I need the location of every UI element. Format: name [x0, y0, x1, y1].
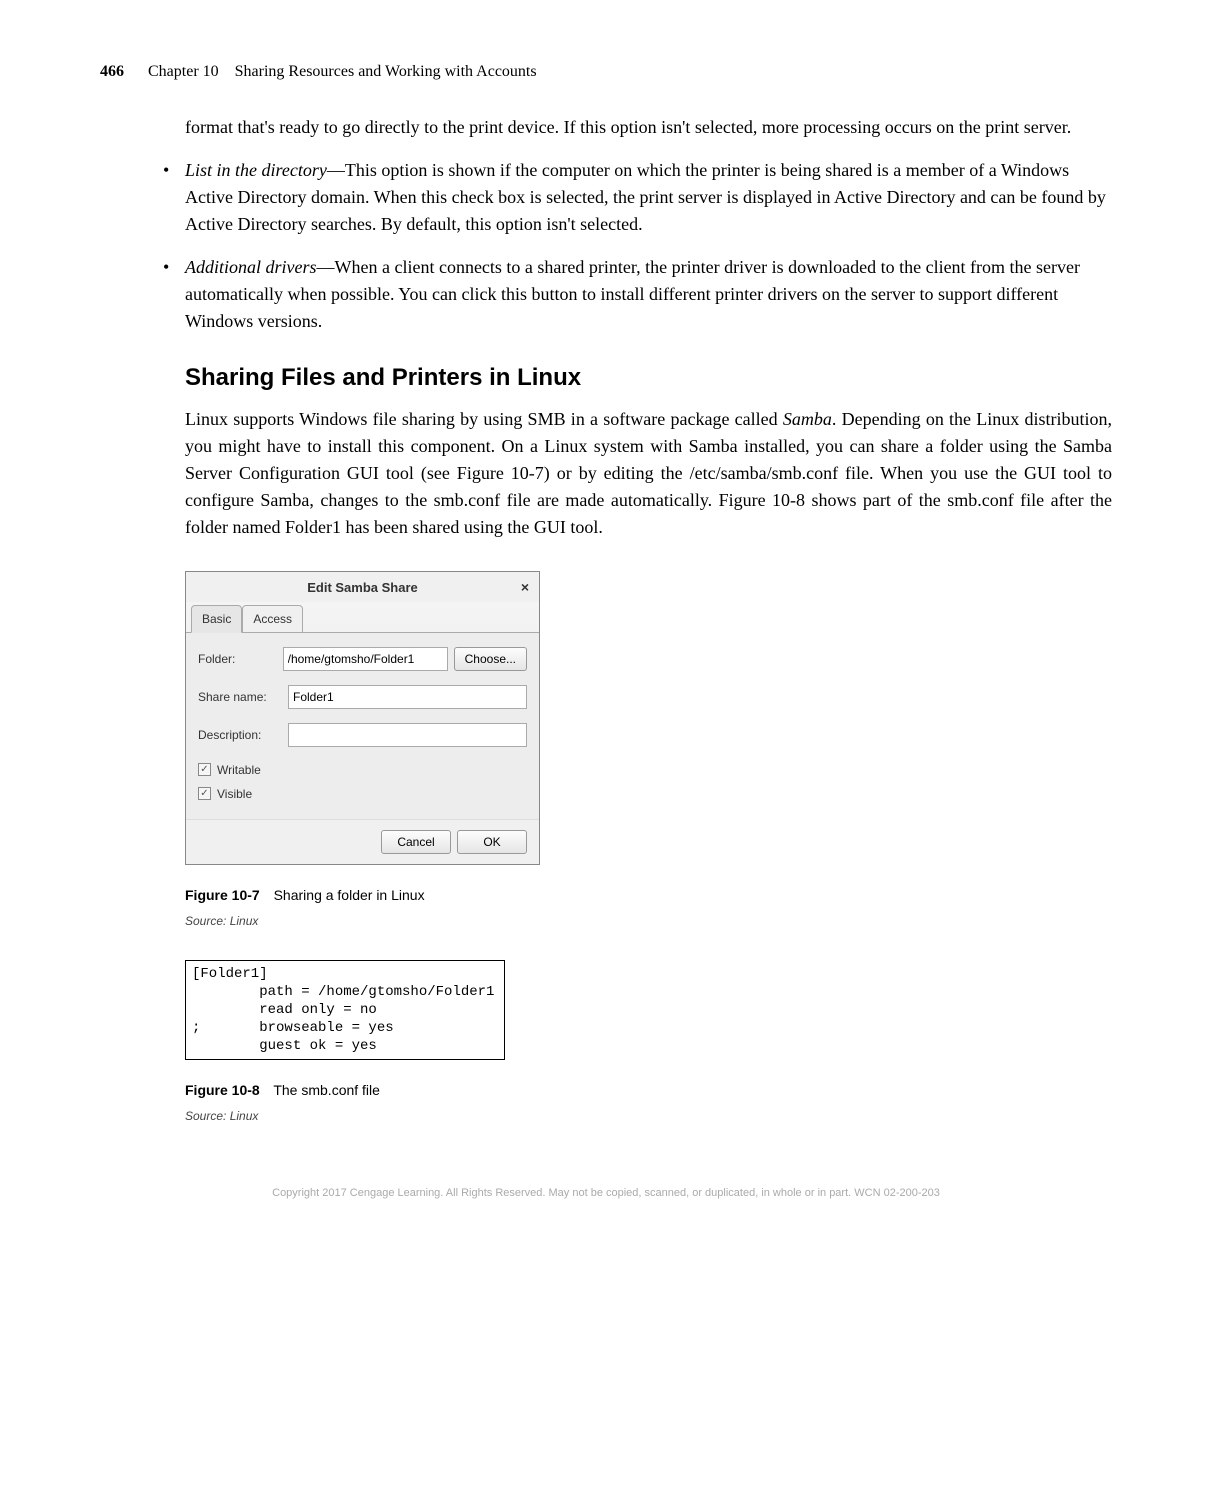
continuation-paragraph: format that's ready to go directly to th…	[185, 114, 1112, 141]
check-icon: ✓	[200, 786, 208, 801]
bullet-title: List in the directory	[185, 160, 327, 180]
list-item: List in the directory—This option is sho…	[155, 157, 1112, 238]
para-italic: Samba	[783, 409, 832, 429]
figure8-text: The smb.conf file	[273, 1082, 380, 1098]
figure8-id: Figure 10-8	[185, 1082, 260, 1098]
smbconf-codebox: [Folder1] path = /home/gtomsho/Folder1 r…	[185, 960, 505, 1061]
page-header: 466 Chapter 10 Sharing Resources and Wor…	[100, 60, 1112, 84]
figure8-source: Source: Linux	[185, 1107, 1112, 1125]
ok-button[interactable]: OK	[457, 830, 527, 854]
list-item: Additional drivers—When a client connect…	[155, 254, 1112, 335]
close-icon[interactable]: ×	[521, 577, 529, 598]
dialog-body: Folder: Choose... Share name: Descriptio…	[186, 632, 539, 819]
description-input[interactable]	[288, 723, 527, 747]
check-icon: ✓	[200, 762, 208, 777]
samba-dialog: Edit Samba Share × Basic Access Folder: …	[185, 571, 540, 865]
page-number: 466	[100, 63, 124, 80]
bullet-title: Additional drivers	[185, 257, 317, 277]
field-folder: Folder: Choose...	[198, 647, 527, 671]
figure7-caption: Figure 10-7 Sharing a folder in Linux	[185, 885, 1112, 906]
copyright-notice: Copyright 2017 Cengage Learning. All Rig…	[100, 1185, 1112, 1202]
writable-label: Writable	[217, 761, 261, 779]
checkbox-visible-row: ✓ Visible	[198, 785, 527, 803]
visible-label: Visible	[217, 785, 252, 803]
writable-checkbox[interactable]: ✓	[198, 763, 211, 776]
chapter-title: Sharing Resources and Working with Accou…	[235, 63, 537, 80]
sharename-input[interactable]	[288, 685, 527, 709]
folder-label: Folder:	[198, 650, 283, 668]
dialog-tabs: Basic Access	[186, 604, 539, 632]
figure7-id: Figure 10-7	[185, 887, 260, 903]
tab-basic[interactable]: Basic	[191, 605, 242, 633]
field-sharename: Share name:	[198, 685, 527, 709]
dialog-titlebar: Edit Samba Share ×	[186, 572, 539, 602]
section-paragraph: Linux supports Windows file sharing by u…	[185, 406, 1112, 541]
sharename-label: Share name:	[198, 688, 288, 706]
figure7-text: Sharing a folder in Linux	[274, 887, 425, 903]
figure7-source: Source: Linux	[185, 912, 1112, 930]
section-heading: Sharing Files and Printers in Linux	[185, 360, 1112, 396]
visible-checkbox[interactable]: ✓	[198, 787, 211, 800]
cancel-button[interactable]: Cancel	[381, 830, 451, 854]
dialog-footer: Cancel OK	[186, 819, 539, 864]
field-description: Description:	[198, 723, 527, 747]
tab-access[interactable]: Access	[242, 605, 303, 633]
para-part: Linux supports Windows file sharing by u…	[185, 409, 783, 429]
choose-button[interactable]: Choose...	[454, 647, 527, 671]
folder-input[interactable]	[283, 647, 448, 671]
description-label: Description:	[198, 726, 288, 744]
dialog-title-text: Edit Samba Share	[307, 580, 418, 595]
figure8-caption: Figure 10-8 The smb.conf file	[185, 1080, 1112, 1101]
bullet-body: —When a client connects to a shared prin…	[185, 257, 1080, 331]
bullet-list: List in the directory—This option is sho…	[155, 157, 1112, 335]
chapter-label: Chapter 10	[148, 63, 219, 80]
checkbox-writable-row: ✓ Writable	[198, 761, 527, 779]
